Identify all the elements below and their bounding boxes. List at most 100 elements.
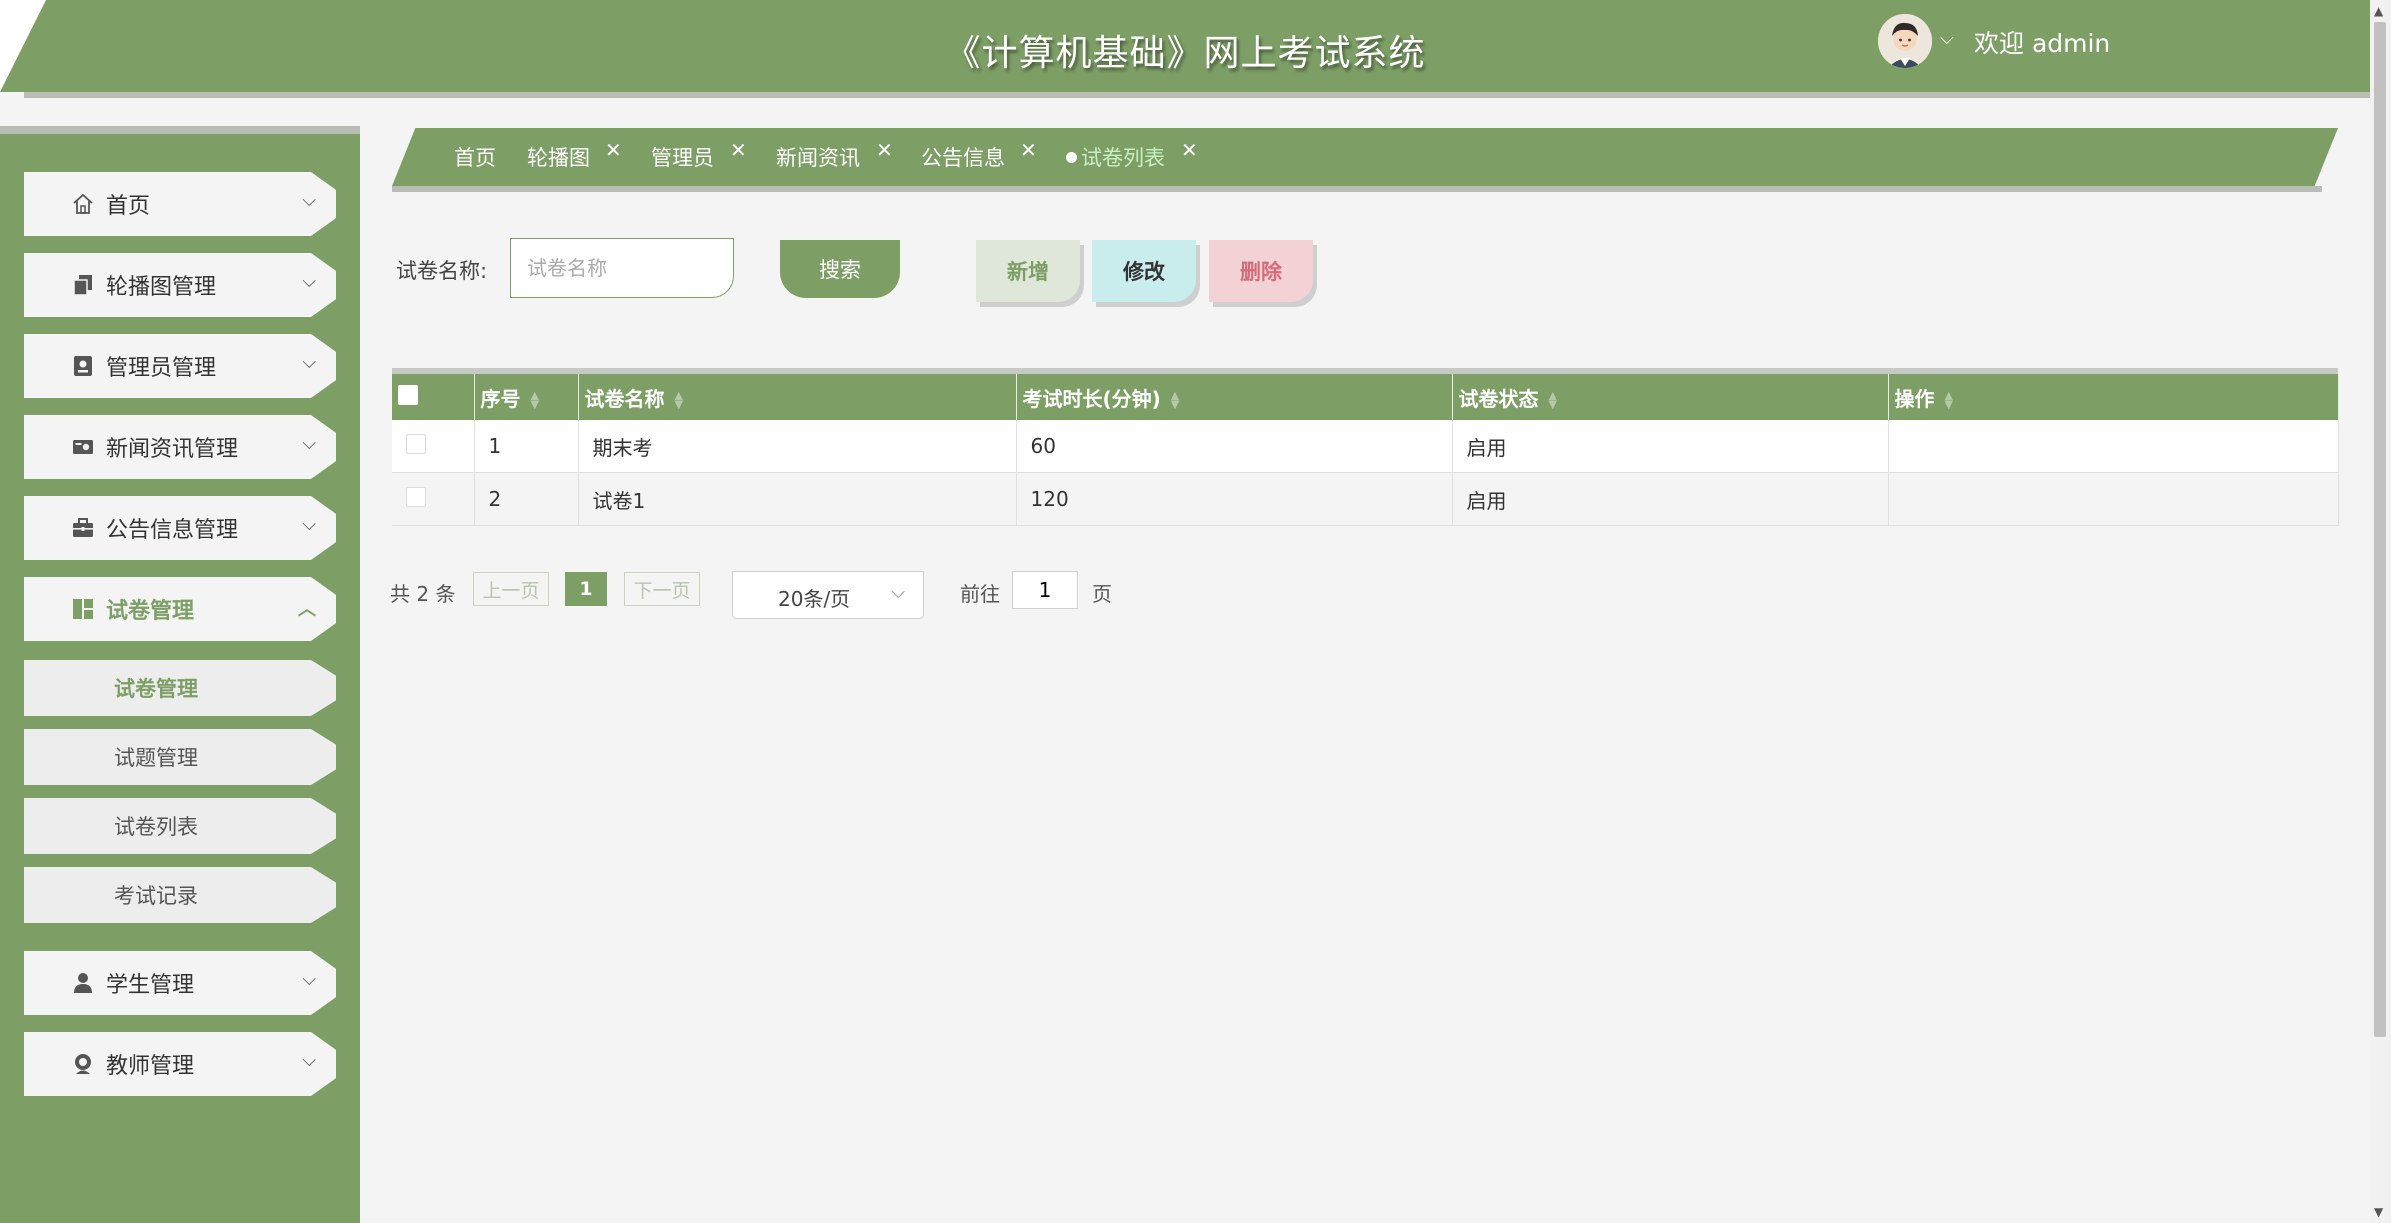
column-header-action[interactable]: 操作 ▲ ▼: [1888, 374, 2339, 420]
page-scrollbar[interactable]: ▲ ▼: [2370, 0, 2391, 1223]
column-header-name[interactable]: 试卷名称 ▲ ▼: [578, 374, 1017, 420]
chevron-down-icon: ⌵: [302, 271, 316, 292]
cell-index: 2: [474, 472, 579, 526]
chevron-down-icon: ⌵: [302, 352, 316, 373]
top-header: 《计算机基础》网上考试系统 ⌵ 欢迎 admin: [0, 0, 2370, 98]
sort-icon[interactable]: ▲ ▼: [1171, 390, 1179, 410]
tab-exam-paper-list[interactable]: 试卷列表: [1066, 142, 1165, 172]
column-header-index[interactable]: 序号 ▲ ▼: [474, 374, 579, 420]
pagination-total: 共 2 条: [390, 582, 456, 606]
goto-label: 前往: [960, 582, 1000, 606]
scroll-down-arrow-icon[interactable]: ▼: [2374, 1205, 2383, 1219]
sidebar-item-teacher[interactable]: 教师管理 ⌵: [24, 1032, 336, 1096]
sidebar-item-label: 新闻资讯管理: [106, 437, 239, 462]
teacher-icon: [70, 1051, 96, 1077]
close-icon[interactable]: ✕: [876, 138, 893, 162]
page-size-select[interactable]: 20条/页 ⌵: [732, 571, 924, 619]
submenu-item-question-manage[interactable]: 试题管理: [24, 729, 336, 785]
tab-admin[interactable]: 管理员: [651, 142, 714, 172]
sort-icon[interactable]: ▲ ▼: [531, 390, 539, 410]
cell-index: 1: [474, 420, 579, 473]
active-tab-dot-icon: [1066, 152, 1077, 163]
scrollbar-thumb[interactable]: [2374, 22, 2386, 1037]
sidebar-item-home[interactable]: 首页 ⌵: [24, 172, 336, 236]
page-suffix-label: 页: [1092, 582, 1112, 606]
submenu-item-label: 试卷管理: [114, 677, 198, 701]
tab-notice[interactable]: 公告信息: [921, 142, 1005, 172]
tab-news[interactable]: 新闻资讯: [776, 142, 860, 172]
goto-page-input[interactable]: [1012, 571, 1078, 609]
sort-icon[interactable]: ▲ ▼: [1945, 390, 1953, 410]
cell-status: 启用: [1452, 472, 1889, 526]
sidebar-item-label: 管理员管理: [106, 356, 217, 381]
briefcase-icon: [70, 515, 96, 541]
cell-status: 启用: [1452, 420, 1889, 473]
chevron-down-icon: ⌵: [302, 433, 316, 454]
sort-icon[interactable]: ▲ ▼: [675, 390, 683, 410]
prev-page-button[interactable]: 上一页: [473, 572, 549, 606]
sidebar-item-label: 试卷管理: [106, 599, 195, 624]
chevron-down-icon: ⌵: [302, 969, 316, 990]
welcome-text: 欢迎 admin: [1974, 29, 2111, 58]
row-checkbox[interactable]: [406, 433, 426, 454]
page-number-button[interactable]: 1: [565, 572, 607, 606]
page-size-value: 20条/页: [778, 587, 851, 611]
exam-paper-table: 序号 ▲ ▼ 试卷名称 ▲ ▼ 考试时长(分钟) ▲ ▼ 试卷状态 ▲ ▼ 操作 ▲ ▼ 1 期末考…: [392, 374, 2339, 526]
column-header-duration[interactable]: 考试时长(分钟) ▲ ▼: [1016, 374, 1453, 420]
user-icon: [70, 970, 96, 996]
chevron-down-icon: ⌵: [302, 190, 316, 211]
close-icon[interactable]: ✕: [1020, 138, 1037, 162]
cell-duration: 120: [1016, 472, 1453, 526]
close-icon[interactable]: ✕: [1181, 138, 1198, 162]
column-header-status[interactable]: 试卷状态 ▲ ▼: [1452, 374, 1889, 420]
select-all-cell: [392, 374, 475, 420]
row-checkbox[interactable]: [406, 486, 426, 507]
submenu-item-label: 考试记录: [114, 884, 198, 908]
submenu-item-exam-paper-manage[interactable]: 试卷管理: [24, 660, 336, 716]
avatar-icon: [1878, 14, 1932, 68]
sidebar-item-exam-paper[interactable]: 试卷管理 ︿: [24, 577, 336, 641]
next-page-button[interactable]: 下一页: [624, 572, 700, 606]
user-menu-chevron-icon[interactable]: ⌵: [1940, 28, 1954, 49]
chevron-down-icon: ⌵: [302, 1050, 316, 1071]
sidebar-item-label: 教师管理: [106, 1054, 195, 1079]
row-select-cell: [392, 472, 475, 526]
chevron-down-icon: ⌵: [891, 582, 905, 603]
row-select-cell: [392, 420, 475, 473]
submenu-item-exam-records[interactable]: 考试记录: [24, 867, 336, 923]
sidebar-item-carousel[interactable]: 轮播图管理 ⌵: [24, 253, 336, 317]
tab-bar-underline: [392, 186, 2322, 192]
delete-button[interactable]: 删除: [1209, 240, 1313, 302]
tab-carousel[interactable]: 轮播图: [527, 142, 590, 172]
home-icon: [70, 191, 96, 217]
cell-action: [1888, 472, 2339, 526]
submenu-item-exam-paper-list[interactable]: 试卷列表: [24, 798, 336, 854]
paper-name-search-input[interactable]: [510, 238, 734, 298]
table-row[interactable]: 1 期末考 60 启用: [392, 420, 2339, 473]
search-button[interactable]: 搜索: [780, 240, 900, 298]
edit-button[interactable]: 修改: [1092, 240, 1196, 302]
table-row[interactable]: 2 试卷1 120 启用: [392, 472, 2339, 526]
cell-duration: 60: [1016, 420, 1453, 473]
carousel-icon: [70, 272, 96, 298]
sidebar-item-label: 学生管理: [106, 973, 195, 998]
close-icon[interactable]: ✕: [605, 138, 622, 162]
sort-icon[interactable]: ▲ ▼: [1549, 390, 1557, 410]
close-icon[interactable]: ✕: [730, 138, 747, 162]
tab-home[interactable]: 首页: [454, 142, 496, 172]
chevron-down-icon: ⌵: [302, 514, 316, 535]
scroll-up-arrow-icon[interactable]: ▲: [2374, 4, 2383, 18]
sidebar-item-news[interactable]: 新闻资讯管理 ⌵: [24, 415, 336, 479]
select-all-checkbox[interactable]: [398, 384, 418, 405]
sidebar-item-notice[interactable]: 公告信息管理 ⌵: [24, 496, 336, 560]
sidebar-top-bar: [0, 126, 360, 134]
add-button[interactable]: 新增: [976, 240, 1080, 302]
chevron-up-icon: ︿: [298, 599, 316, 620]
news-icon: [70, 434, 96, 460]
user-avatar[interactable]: [1878, 14, 1932, 68]
sidebar-item-label: 轮播图管理: [106, 275, 217, 300]
admin-icon: [70, 353, 96, 379]
sidebar-item-student[interactable]: 学生管理 ⌵: [24, 951, 336, 1015]
header-underline: [24, 92, 2370, 98]
sidebar-item-admin[interactable]: 管理员管理 ⌵: [24, 334, 336, 398]
